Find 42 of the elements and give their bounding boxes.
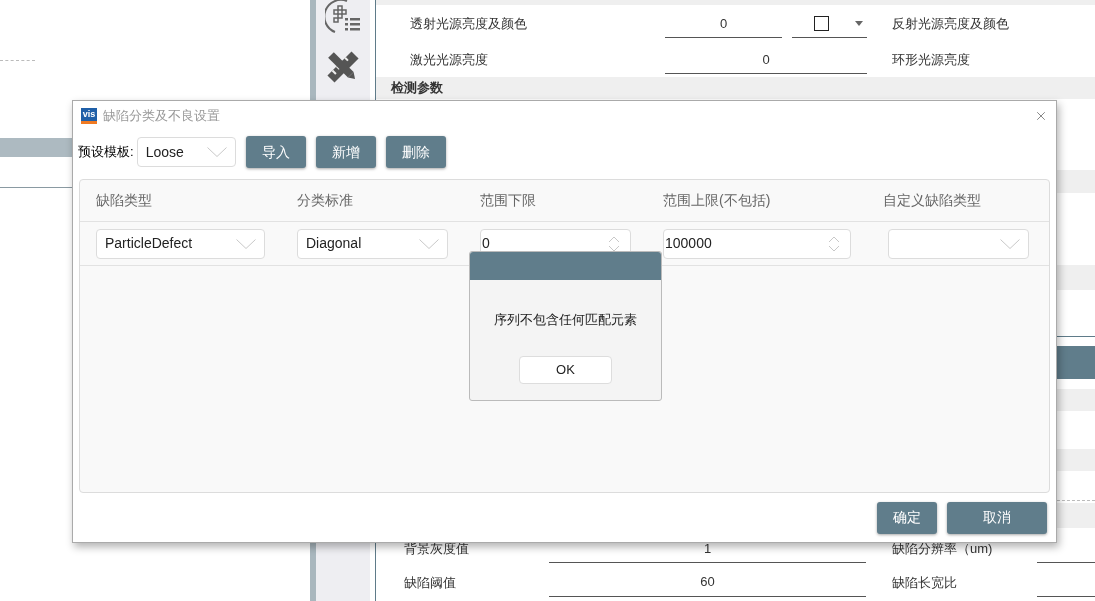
color-swatch [814, 16, 829, 31]
grid-list-icon[interactable] [325, 0, 361, 34]
section-header: 检测参数 [376, 77, 1095, 99]
preset-dropdown[interactable]: Loose [136, 137, 236, 167]
field-label: 缺陷分辨率（um) [892, 540, 994, 559]
message-text: 序列不包含任何匹配元素 [494, 311, 637, 329]
caret-icon [855, 21, 863, 26]
chevron-down-icon [419, 238, 439, 249]
field-label: 透射光源亮度及颜色 [409, 15, 528, 34]
input-field[interactable]: 60 [549, 568, 866, 597]
toolbar-button[interactable]: 新增 [315, 136, 376, 168]
input-field[interactable]: 0 [665, 10, 782, 38]
field-label: 缺陷阈值 [403, 573, 457, 592]
chevron-down-icon [1000, 238, 1020, 249]
toolbar-button[interactable]: 导入 [245, 136, 306, 168]
dialog-title: 缺陷分类及不良设置 [103, 107, 220, 126]
column-header: 缺陷类型 [96, 191, 152, 210]
dropdown[interactable]: Diagonal [297, 228, 448, 259]
close-icon[interactable] [1034, 109, 1048, 123]
ok-button[interactable]: OK [519, 355, 612, 384]
column-header: 自定义缺陷类型 [883, 191, 981, 210]
preset-label: 预设模板: [78, 143, 134, 162]
dialog-button[interactable]: 确定 [877, 501, 937, 534]
input-field[interactable]: 0 [665, 46, 867, 74]
field-label: 反射光源亮度及颜色 [892, 15, 1009, 34]
spinner-icon [828, 235, 840, 252]
dropdown[interactable]: ParticleDefect [96, 228, 265, 259]
field-label: 背景灰度值 [403, 540, 470, 559]
field-label: 环形光源亮度 [892, 51, 970, 70]
field-label: 缺陷长宽比 [892, 573, 958, 592]
column-header: 分类标准 [297, 191, 353, 210]
toolbar-button[interactable]: 删除 [385, 136, 446, 168]
column-header: 范围上限(不包括) [663, 191, 771, 210]
chevron-down-icon [206, 147, 227, 157]
field-label: 激光光源亮度 [409, 51, 489, 70]
spinner-icon [608, 235, 620, 252]
app-logo: vis [81, 108, 97, 124]
ruler-pencil-icon[interactable] [324, 49, 362, 85]
dialog-button[interactable]: 取消 [947, 501, 1047, 534]
chevron-down-icon [236, 238, 256, 249]
number-field[interactable]: 100000 [663, 228, 851, 259]
column-header: 范围下限 [480, 191, 536, 210]
